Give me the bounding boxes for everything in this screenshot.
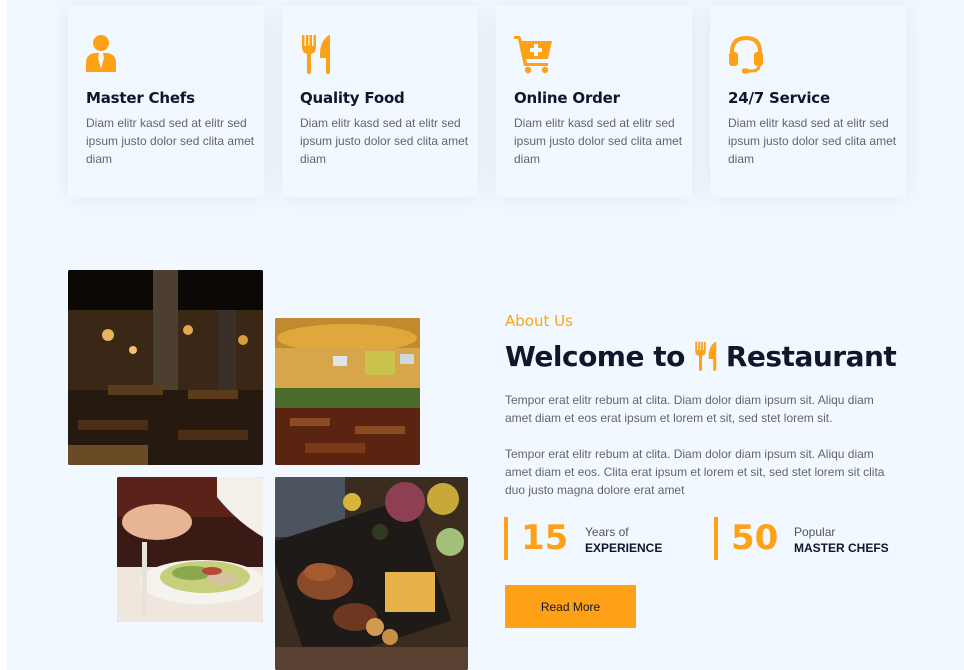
- about-us-label: About Us: [505, 312, 573, 330]
- stat-number: 15: [521, 518, 569, 558]
- read-more-button[interactable]: Read More: [505, 585, 636, 628]
- service-title: 24/7 Service: [728, 89, 830, 107]
- service-description: Diam elitr kasd sed at elitr sed ipsum j…: [514, 116, 683, 166]
- service-title: Master Chefs: [86, 89, 195, 107]
- about-heading: Welcome to Restaurant: [505, 336, 897, 376]
- cart-plus-icon: [514, 36, 552, 74]
- about-paragraph: Tempor erat elitr rebum at clita. Diam d…: [505, 447, 885, 497]
- stat-label-bottom: EXPERIENCE: [585, 541, 663, 555]
- service-description: Diam elitr kasd sed at elitr sed ipsum j…: [300, 116, 469, 166]
- stat-label-top: Years of: [585, 525, 629, 539]
- user-tie-icon: [86, 35, 116, 72]
- dining-room-photo: [275, 318, 420, 465]
- service-description: Diam elitr kasd sed at elitr sed ipsum j…: [86, 116, 255, 166]
- salad-dish-photo: [117, 477, 263, 622]
- service-title: Online Order: [514, 89, 620, 107]
- about-paragraph: Tempor erat elitr rebum at clita. Diam d…: [505, 393, 874, 425]
- stat-label-top: Popular: [794, 525, 836, 539]
- stat-number: 50: [731, 518, 779, 558]
- utensils-icon: [302, 35, 330, 74]
- service-card-quality-food: Quality Food Diam elitr kasd sed at elit…: [282, 6, 478, 197]
- stat-label-bottom: MASTER CHEFS: [794, 541, 889, 555]
- headset-icon: [729, 35, 763, 74]
- service-card-master-chefs: Master Chefs Diam elitr kasd sed at elit…: [68, 6, 264, 197]
- service-title: Quality Food: [300, 89, 405, 107]
- restaurant-interior-photo: [68, 270, 263, 465]
- grilled-platter-photo: [275, 477, 468, 670]
- stat-experience: 15 Years of EXPERIENCE: [504, 517, 698, 560]
- heading-text-post: Restaurant: [725, 339, 897, 373]
- heading-text-pre: Welcome to: [505, 339, 685, 373]
- service-description: Diam elitr kasd sed at elitr sed ipsum j…: [728, 116, 897, 166]
- utensils-icon: [695, 341, 717, 371]
- stat-master-chefs: 50 Popular MASTER CHEFS: [714, 517, 908, 560]
- service-card-24-7-service: 24/7 Service Diam elitr kasd sed at elit…: [710, 6, 906, 197]
- page-left-edge: [0, 0, 7, 670]
- service-card-online-order: Online Order Diam elitr kasd sed at elit…: [496, 6, 692, 197]
